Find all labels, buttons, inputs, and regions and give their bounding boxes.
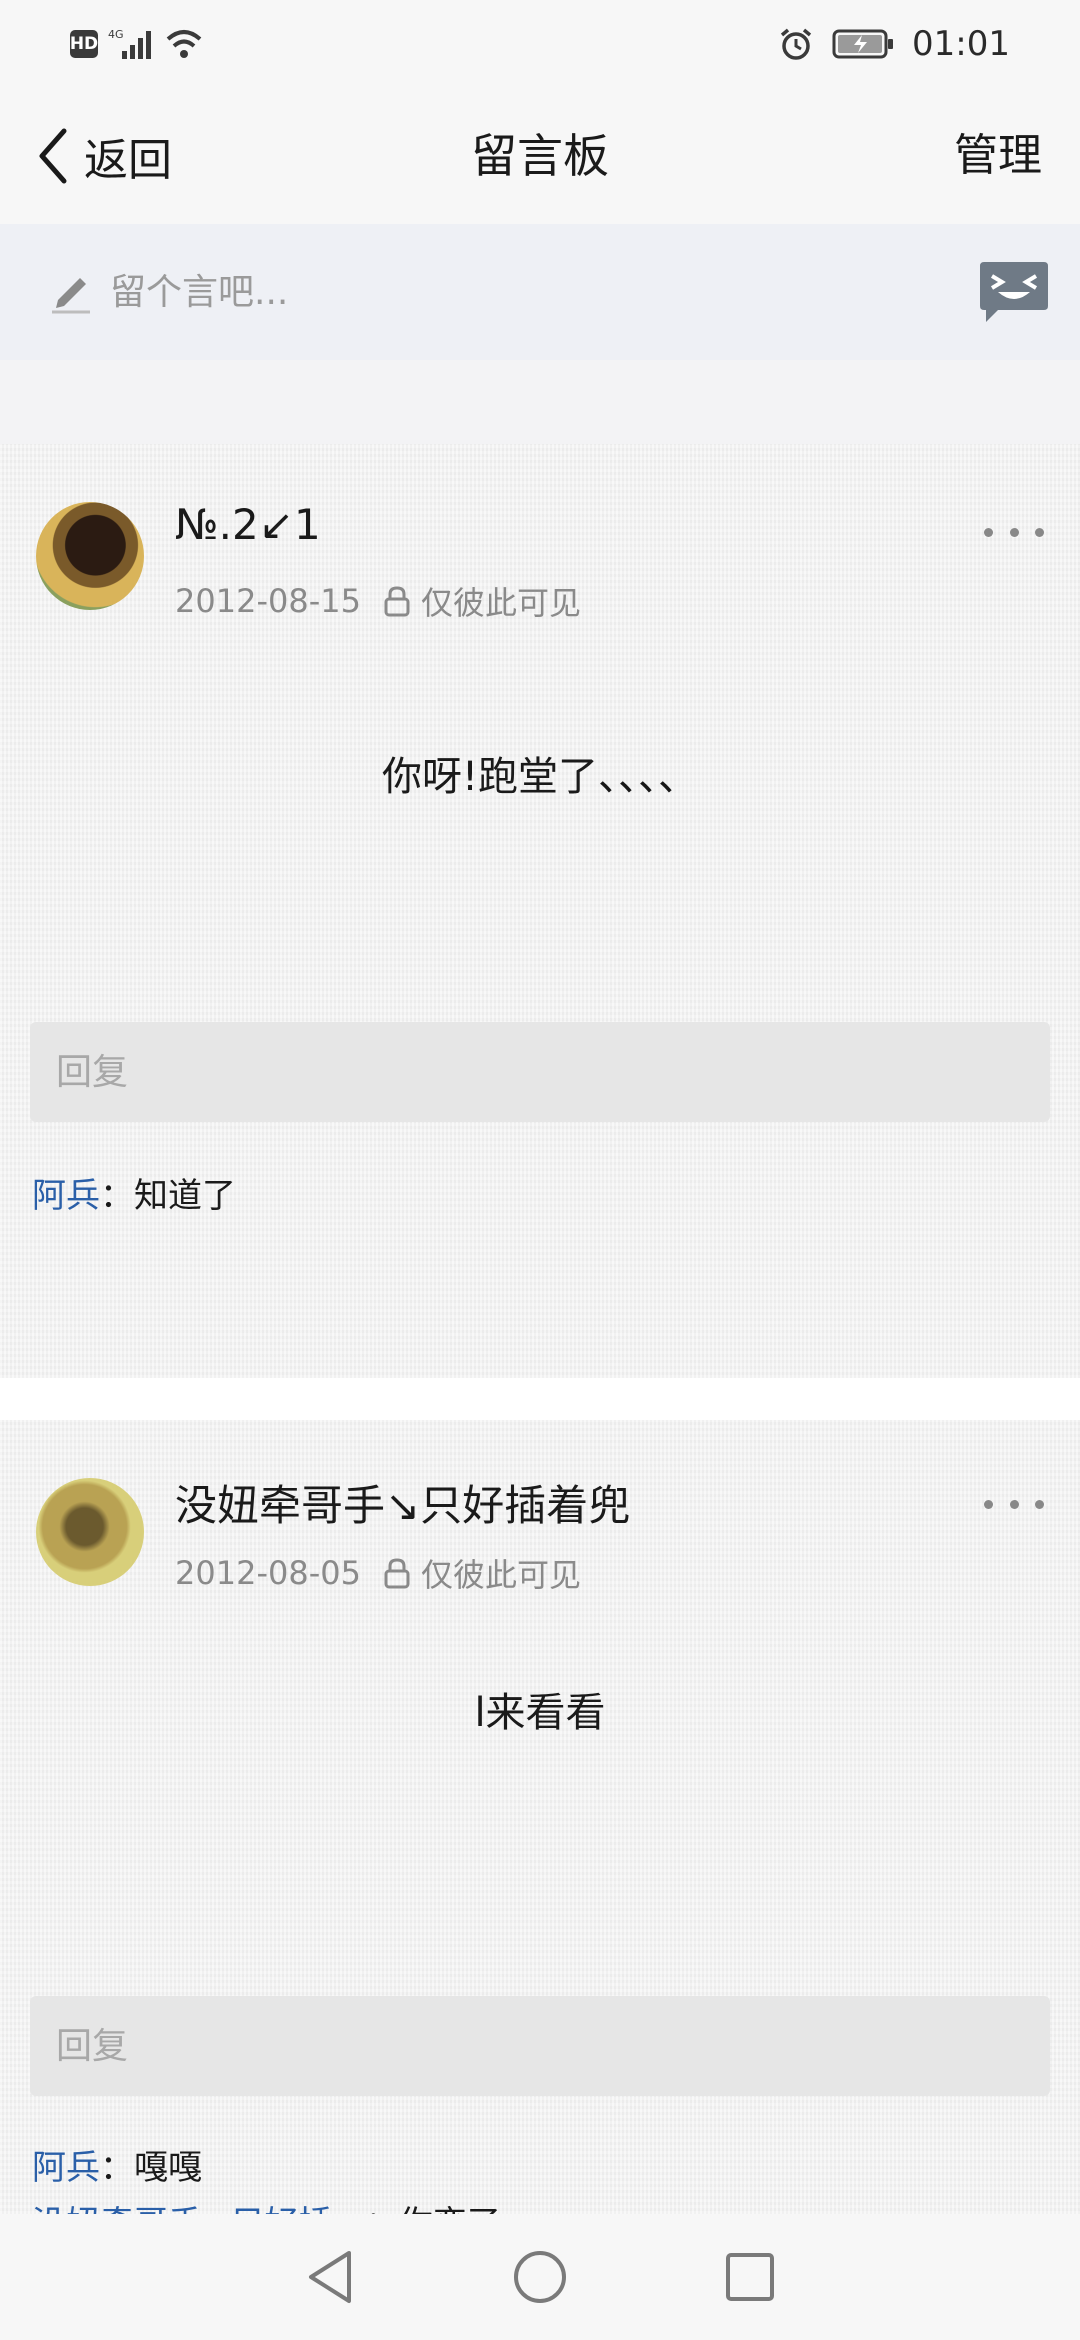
more-dot-icon bbox=[1035, 527, 1044, 537]
section-divider bbox=[0, 1378, 1080, 1420]
author-name[interactable]: 没妞牵哥手↘只好插着兜 bbox=[175, 1472, 630, 1533]
more-dot-icon bbox=[1035, 1499, 1044, 1509]
triangle-back-icon bbox=[309, 2251, 351, 2303]
privacy-label: 仅彼此可见 bbox=[383, 578, 581, 624]
message-meta: 2012-08-15 仅彼此可见 bbox=[175, 578, 581, 624]
more-dot-icon bbox=[1009, 527, 1019, 537]
more-options-button[interactable] bbox=[984, 512, 1044, 552]
avatar[interactable] bbox=[36, 1478, 144, 1586]
more-dot-icon bbox=[1009, 1499, 1019, 1509]
wifi-icon bbox=[166, 30, 202, 58]
system-nav-bar bbox=[0, 2214, 1080, 2340]
message-card: 没妞牵哥手↘只好插着兜 2012-08-05 仅彼此可见 l来看看 阿兵：嘎嘎 … bbox=[0, 1420, 1080, 2244]
reply-separator: ： bbox=[100, 2148, 134, 2188]
status-bar: HD 4G 01:01 bbox=[0, 0, 1080, 88]
avatar[interactable] bbox=[36, 502, 144, 610]
recents-nav-button[interactable] bbox=[720, 2247, 780, 2307]
more-dot-icon bbox=[984, 1499, 993, 1509]
reply-input[interactable] bbox=[30, 1996, 1050, 2096]
home-nav-button[interactable] bbox=[510, 2247, 570, 2307]
message-date: 2012-08-05 bbox=[175, 1554, 361, 1592]
pencil-icon bbox=[52, 278, 90, 314]
signal-icon: 4G bbox=[108, 28, 151, 59]
more-dot-icon bbox=[984, 527, 993, 537]
lock-icon bbox=[384, 586, 410, 617]
chevron-left-icon bbox=[39, 128, 67, 184]
privacy-label: 仅彼此可见 bbox=[383, 1550, 581, 1596]
privacy-text: 仅彼此可见 bbox=[420, 584, 581, 622]
privacy-text: 仅彼此可见 bbox=[420, 1556, 581, 1594]
message-card: №.2↙1 2012-08-15 仅彼此可见 你呀!跑堂了、、、、 阿兵：知道了 bbox=[0, 444, 1080, 1378]
alarm-icon bbox=[780, 28, 812, 60]
manage-button[interactable]: 管理 bbox=[954, 124, 1042, 188]
reply-input[interactable] bbox=[30, 1022, 1050, 1122]
message-content: l来看看 bbox=[474, 1690, 606, 1736]
battery-charging-icon bbox=[832, 29, 894, 59]
back-label: 返回 bbox=[84, 135, 172, 186]
reply-author[interactable]: 阿兵 bbox=[32, 2148, 100, 2188]
nav-bar: 返回 留言板 管理 bbox=[0, 88, 1080, 224]
more-options-button[interactable] bbox=[984, 1484, 1044, 1524]
emoji-icon[interactable] bbox=[976, 260, 1052, 324]
reply-author[interactable]: 阿兵 bbox=[32, 1176, 100, 1216]
hd-icon: HD bbox=[70, 30, 98, 58]
author-name[interactable]: №.2↙1 bbox=[175, 500, 321, 549]
status-left-icons: HD 4G bbox=[70, 22, 204, 66]
message-date: 2012-08-15 bbox=[175, 582, 361, 620]
square-recents-icon bbox=[726, 2253, 774, 2301]
message-content: 你呀!跑堂了、、、、 bbox=[381, 754, 699, 800]
reply-text: 嘎嘎 bbox=[134, 2148, 202, 2188]
lock-icon bbox=[384, 1558, 410, 1589]
reply-item: 阿兵：嘎嘎 bbox=[32, 2140, 202, 2189]
section-divider bbox=[0, 360, 1080, 444]
circle-home-icon bbox=[514, 2251, 566, 2303]
reply-text: 知道了 bbox=[134, 1176, 236, 1216]
svg-text:4G: 4G bbox=[108, 28, 124, 41]
reply-item: 阿兵：知道了 bbox=[32, 1168, 236, 1217]
compose-bar bbox=[0, 224, 1080, 360]
reply-separator: ： bbox=[100, 1176, 134, 1216]
message-input[interactable] bbox=[110, 262, 930, 322]
back-nav-button[interactable] bbox=[300, 2247, 360, 2307]
back-button[interactable]: 返回 bbox=[36, 124, 172, 188]
status-right-icons: 01:01 bbox=[778, 22, 1010, 66]
status-time: 01:01 bbox=[912, 24, 1010, 64]
message-meta: 2012-08-05 仅彼此可见 bbox=[175, 1550, 581, 1596]
